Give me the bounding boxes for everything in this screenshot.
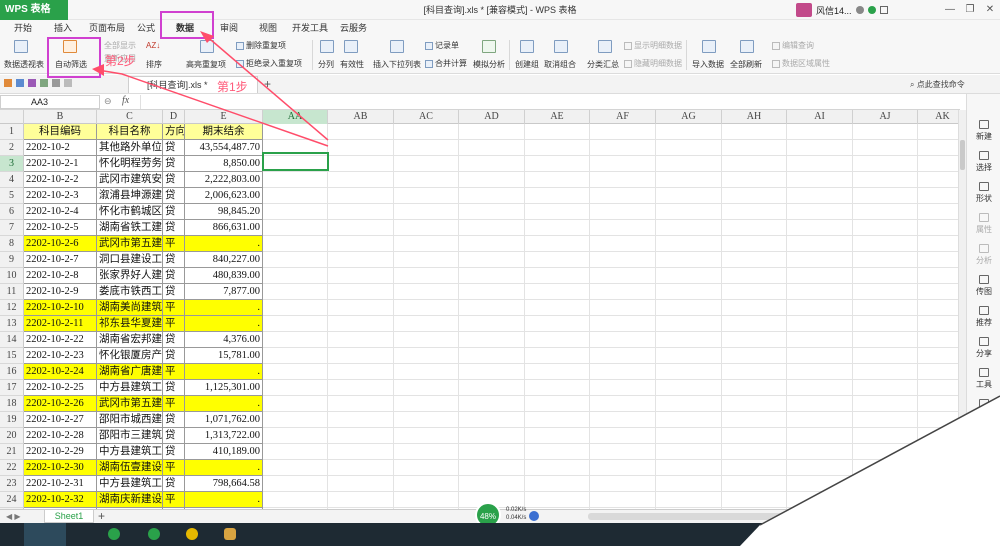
arrow-head-icon (92, 64, 104, 76)
tutorial-annotation-layer (47, 11, 1000, 546)
arrow-line-to-auto-filter (97, 69, 329, 147)
page-curl-corner (740, 396, 1000, 546)
selected-cell-outline (262, 152, 329, 171)
step2-annotation: 第2步 (105, 54, 136, 68)
step1-annotation: 第1步 (217, 80, 248, 94)
highlight-box-auto-filter (47, 37, 101, 78)
